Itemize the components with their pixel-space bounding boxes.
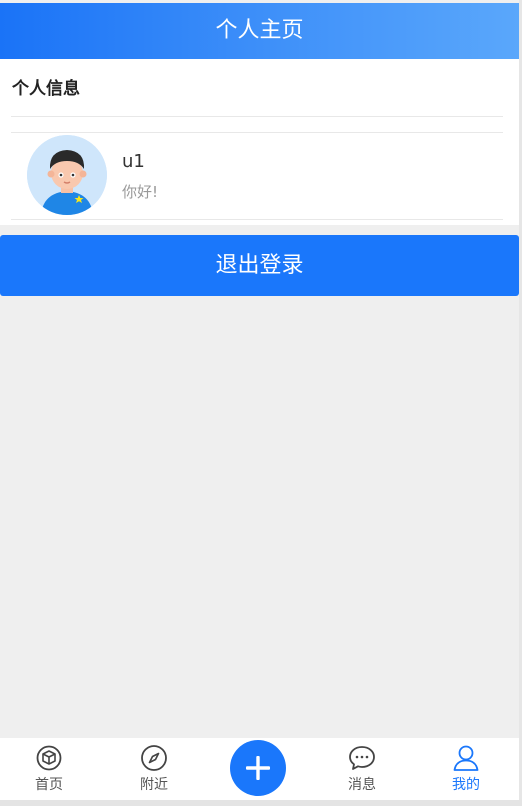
tab-nearby[interactable]: 附近 xyxy=(114,738,194,800)
avatar[interactable] xyxy=(27,135,107,215)
cartoon-boy-avatar-icon xyxy=(27,135,107,215)
divider xyxy=(11,116,503,117)
logout-button[interactable]: 退出登录 xyxy=(0,235,519,296)
tab-label: 首页 xyxy=(35,777,63,793)
section-title: 个人信息 xyxy=(12,79,80,99)
plus-icon xyxy=(246,756,270,780)
divider xyxy=(11,219,503,220)
tab-label: 附近 xyxy=(140,777,168,793)
tab-mine[interactable]: 我的 xyxy=(426,738,506,800)
chat-bubble-icon xyxy=(349,746,375,770)
user-bio: 你好! xyxy=(122,183,159,201)
page-header: 个人主页 xyxy=(0,3,519,59)
profile-page: 个人主页 个人信息 u1 你好! 退出登录 首页 附近 消息 我的 xyxy=(0,0,519,806)
window-edge xyxy=(0,800,522,806)
compass-icon xyxy=(141,745,167,771)
divider xyxy=(11,132,503,133)
username: u1 xyxy=(122,151,145,172)
tab-label: 消息 xyxy=(348,777,376,793)
person-icon xyxy=(453,745,479,771)
page-title: 个人主页 xyxy=(215,18,304,43)
tab-messages[interactable]: 消息 xyxy=(322,738,402,800)
add-button[interactable] xyxy=(230,740,286,796)
tab-label: 我的 xyxy=(452,777,480,793)
tab-home[interactable]: 首页 xyxy=(9,738,89,800)
profile-card: 个人信息 u1 你好! xyxy=(0,59,519,225)
cube-icon xyxy=(36,745,62,771)
